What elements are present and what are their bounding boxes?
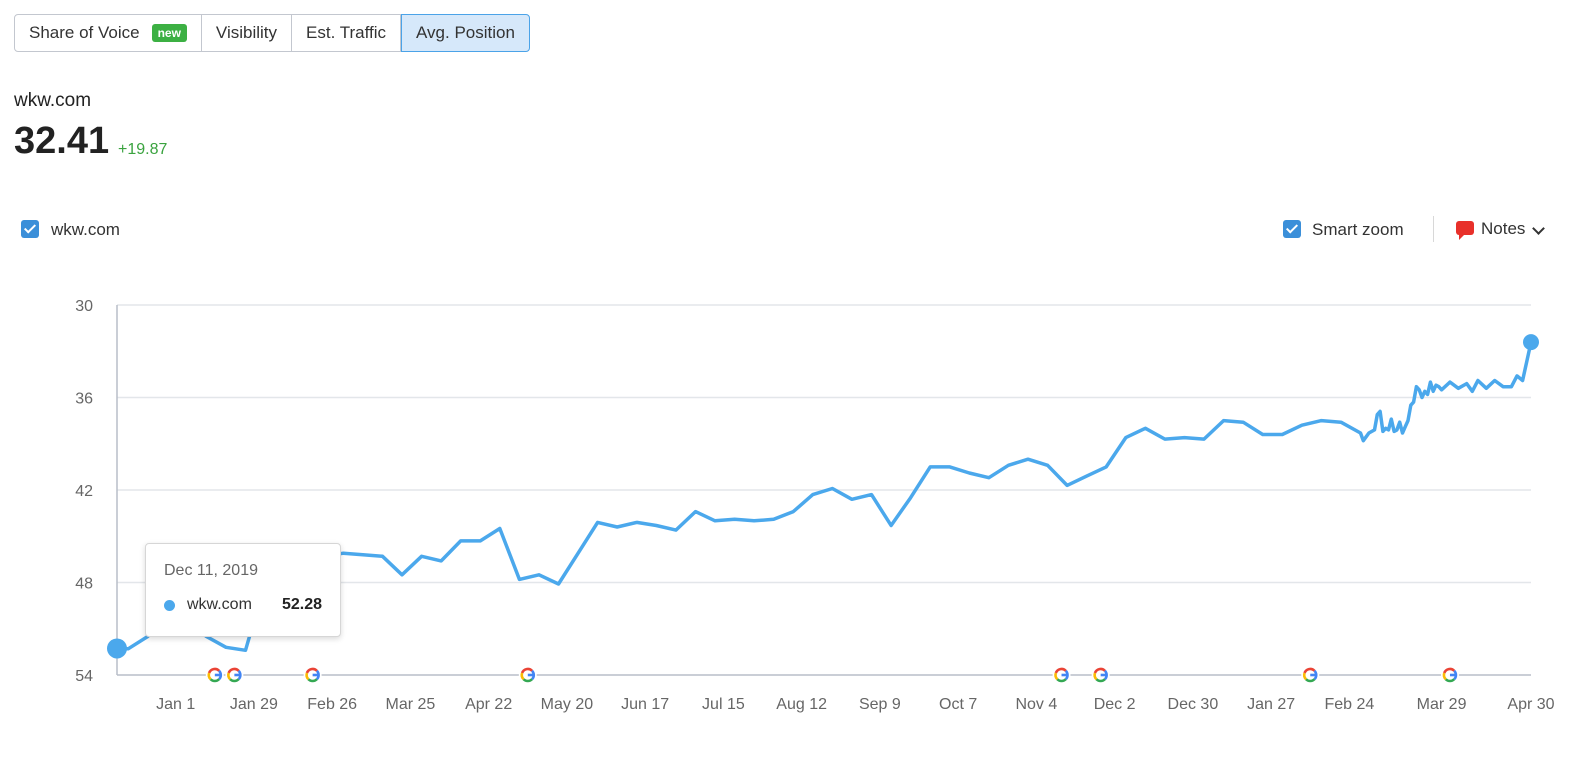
y-tick-label: 42 (75, 483, 93, 500)
google-update-icon[interactable] (1440, 666, 1459, 684)
google-update-icon[interactable] (1052, 666, 1071, 684)
google-update-icon[interactable] (205, 666, 224, 684)
x-tick-label: Sep 9 (859, 696, 901, 713)
x-tick-label: Feb 24 (1324, 696, 1374, 713)
x-tick-label: Feb 26 (307, 696, 357, 713)
x-tick-label: Apr 22 (465, 696, 512, 713)
x-tick-label: Mar 29 (1417, 696, 1467, 713)
y-tick-label: 30 (75, 298, 93, 315)
end-point-marker[interactable] (1523, 334, 1539, 351)
tooltip-series-dot (164, 600, 175, 611)
x-tick-label: Apr 30 (1507, 696, 1554, 713)
x-tick-label: Jan 29 (230, 696, 278, 713)
x-tick-label: Nov 4 (1015, 696, 1057, 713)
x-tick-label: Dec 30 (1168, 696, 1219, 713)
tooltip-value: 52.28 (281, 596, 322, 613)
google-update-icon[interactable] (303, 666, 322, 684)
x-tick-label: Dec 2 (1094, 696, 1136, 713)
google-update-icon[interactable] (1301, 666, 1320, 684)
x-tick-label: Jan 27 (1247, 696, 1295, 713)
chart-tooltip: Dec 11, 2019 wkw.com 52.28 (145, 543, 341, 637)
y-tick-label: 48 (75, 576, 93, 593)
start-point-marker[interactable] (107, 638, 127, 659)
y-tick-label: 54 (75, 668, 93, 685)
x-tick-label: Jul 15 (702, 696, 745, 713)
position-chart[interactable]: 30 36 42 48 54 Jan 1 Jan 29 Feb 26 Mar 25 Apr 22 M… (0, 0, 1580, 760)
x-tick-label: May 20 (541, 696, 594, 713)
x-tick-label: Oct 7 (939, 696, 977, 713)
y-tick-label: 36 (75, 391, 93, 408)
google-update-icon[interactable] (225, 666, 244, 684)
tooltip-series-name: wkw.com (187, 596, 252, 613)
x-tick-label: Jun 17 (621, 696, 669, 713)
google-update-icon[interactable] (1091, 666, 1110, 684)
x-tick-label: Mar 25 (386, 696, 436, 713)
tooltip-date: Dec 11, 2019 (164, 562, 258, 579)
google-update-icon[interactable] (518, 666, 537, 684)
x-tick-label: Jan 1 (156, 696, 195, 713)
x-tick-label: Aug 12 (776, 696, 827, 713)
